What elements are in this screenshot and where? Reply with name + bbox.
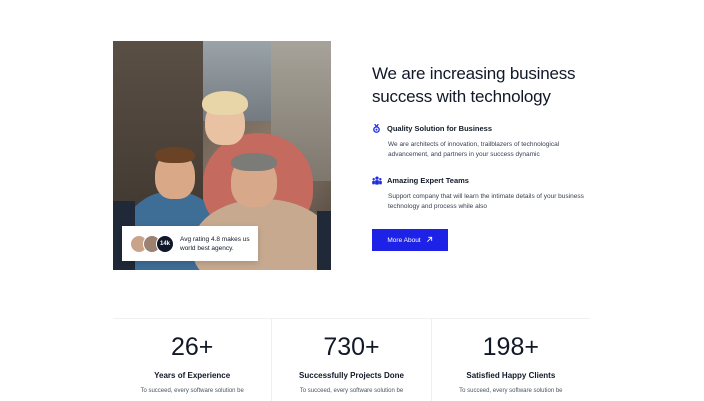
feature-title: Quality Solution for Business (387, 124, 493, 133)
section-headline: We are increasing business success with … (372, 64, 576, 106)
monitor (317, 211, 331, 270)
arrow-up-right-icon (426, 236, 433, 245)
avatar-group: 14k (130, 234, 174, 253)
stat-number: 730+ (323, 333, 380, 361)
stat-clients: 198+ Satisfied Happy Clients To succeed,… (430, 319, 590, 401)
feature-quality-solution: Quality Solution for Business We are arc… (372, 123, 597, 160)
stat-label: Years of Experience (154, 371, 231, 380)
person-left-hair (155, 147, 195, 163)
person-standing-hair (202, 91, 248, 115)
person-center-hair (231, 153, 277, 171)
stats-row: 26+ Years of Experience To succeed, ever… (113, 318, 590, 401)
stat-label: Successfully Projects Done (299, 371, 404, 380)
rating-text: Avg rating 4.8 makes us world best agenc… (180, 235, 250, 252)
more-about-label: More About (387, 236, 421, 244)
feature-title-row: Quality Solution for Business (372, 123, 597, 133)
stat-years: 26+ Years of Experience To succeed, ever… (113, 319, 271, 401)
stat-projects: 730+ Successfully Projects Done To succe… (271, 319, 430, 401)
more-about-button[interactable]: More About (372, 229, 448, 251)
stat-number: 26+ (170, 333, 214, 361)
team-icon (372, 176, 382, 185)
feature-description: Support company that will learn the inti… (388, 193, 584, 210)
stat-description: To succeed, every software solution be (459, 388, 563, 394)
feature-title-row: Amazing Expert Teams (372, 176, 597, 185)
stat-label: Satisfied Happy Clients (466, 371, 556, 380)
stat-number: 198+ (482, 333, 539, 361)
feature-expert-teams: Amazing Expert Teams Support company tha… (372, 176, 597, 212)
stat-description: To succeed, every software solution be (299, 388, 404, 394)
feature-title: Amazing Expert Teams (387, 176, 469, 185)
avatar-count-badge: 14k (156, 234, 174, 253)
rating-card: 14k Avg rating 4.8 makes us world best a… (122, 226, 258, 261)
medal-icon (372, 123, 381, 133)
feature-description: We are architects of innovation, trailbl… (388, 141, 560, 158)
stat-description: To succeed, every software solution be (140, 388, 244, 394)
